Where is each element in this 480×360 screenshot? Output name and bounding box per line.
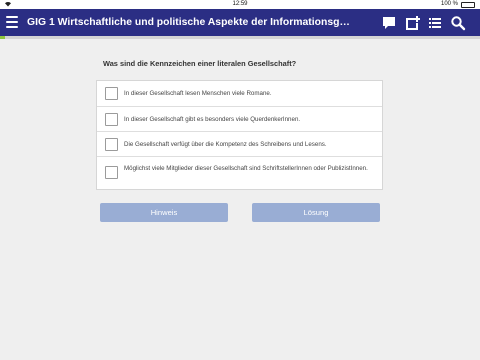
battery-icon	[461, 2, 475, 8]
chat-icon[interactable]	[381, 15, 397, 31]
question-text: Was sind die Kennzeichen einer literalen…	[103, 59, 297, 68]
list-icon[interactable]	[427, 15, 443, 31]
answer-label: In dieser Gesellschaft lesen Menschen vi…	[124, 90, 272, 97]
answer-option[interactable]: Die Gesellschaft verfügt über die Kompet…	[97, 132, 382, 157]
answer-checkbox[interactable]	[105, 138, 118, 151]
page-title: GIG 1 Wirtschaftliche und politische Asp…	[27, 17, 355, 28]
answer-checkbox[interactable]	[105, 113, 118, 126]
status-bar: 12:59 100 %	[0, 0, 480, 9]
answer-checkbox[interactable]	[105, 166, 118, 179]
answer-label: Die Gesellschaft verfügt über die Kompet…	[124, 141, 327, 148]
battery-percent: 100 %	[440, 1, 458, 7]
app-bar: GIG 1 Wirtschaftliche und politische Asp…	[0, 9, 480, 36]
add-note-icon[interactable]	[404, 15, 420, 31]
answer-label: Möglichst viele Mitglieder dieser Gesell…	[124, 165, 368, 172]
answer-checkbox[interactable]	[105, 87, 118, 100]
progress-bar	[0, 36, 480, 39]
answer-option[interactable]: In dieser Gesellschaft lesen Menschen vi…	[97, 81, 382, 107]
hint-button[interactable]: Hinweis	[100, 203, 228, 222]
search-icon[interactable]	[450, 15, 466, 31]
answer-label: In dieser Gesellschaft gibt es besonders…	[124, 116, 301, 123]
answer-list: In dieser Gesellschaft lesen Menschen vi…	[96, 80, 383, 190]
solution-button[interactable]: Lösung	[252, 203, 380, 222]
status-time: 12:59	[232, 1, 248, 7]
answer-option[interactable]: Möglichst viele Mitglieder dieser Gesell…	[97, 157, 382, 189]
menu-icon[interactable]	[6, 16, 18, 28]
answer-option[interactable]: In dieser Gesellschaft gibt es besonders…	[97, 107, 382, 132]
